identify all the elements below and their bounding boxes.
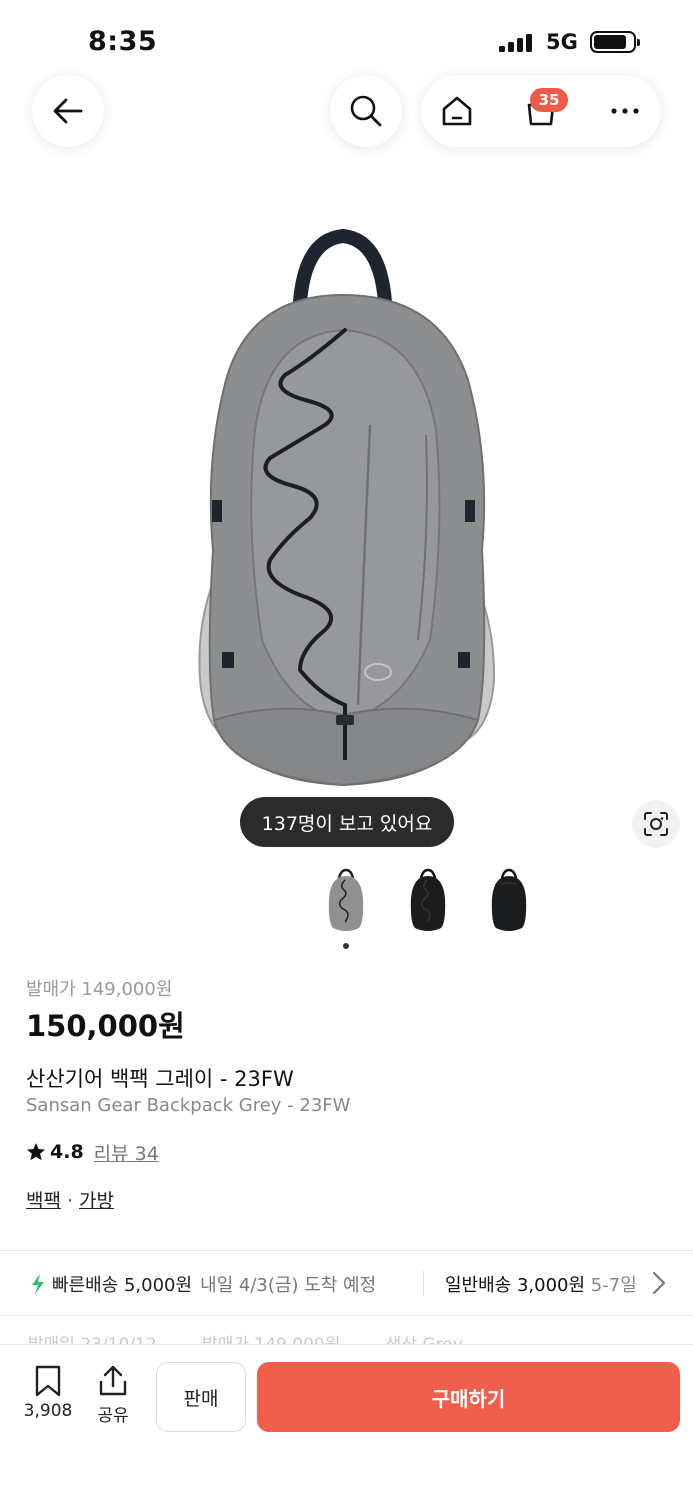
- thumbnail-black-2[interactable]: [486, 868, 532, 934]
- share-button[interactable]: 공유: [83, 1365, 143, 1426]
- backpack-thumbnail-icon: [491, 868, 527, 931]
- buy-button[interactable]: 구매하기: [257, 1362, 680, 1432]
- thumbnail-selected-indicator: [343, 943, 349, 949]
- normal-shipping-option[interactable]: 일반배송 3,000원 5-7일: [445, 1271, 645, 1297]
- home-button[interactable]: [421, 75, 493, 147]
- bookmark-button[interactable]: 3,908: [18, 1365, 78, 1421]
- rating-value: 4.8: [50, 1141, 84, 1163]
- category-breadcrumb: 백팩 · 가방: [26, 1186, 114, 1213]
- more-horizontal-icon: [611, 108, 639, 114]
- chevron-right-icon: [652, 1271, 666, 1295]
- category-separator: ·: [66, 1190, 74, 1212]
- share-icon: [99, 1365, 127, 1396]
- bookmark-icon: [35, 1365, 61, 1397]
- rating-row: 4.8 리뷰 34: [26, 1139, 159, 1165]
- star-icon: [27, 1143, 45, 1161]
- camera-lens-icon: [644, 812, 668, 836]
- back-button[interactable]: [32, 75, 104, 147]
- product-title-ko: 산산기어 백팩 그레이 - 23FW: [26, 1067, 294, 1091]
- more-button[interactable]: [589, 75, 661, 147]
- status-bar: 8:35 5G: [0, 0, 693, 80]
- arrow-left-icon: [53, 98, 83, 124]
- status-time: 8:35: [88, 26, 158, 57]
- battery-icon: [590, 31, 640, 53]
- backpack-illustration: [198, 228, 496, 787]
- home-icon: [442, 96, 472, 126]
- category-link-bag[interactable]: 가방: [79, 1190, 114, 1212]
- network-label: 5G: [546, 30, 578, 54]
- backpack-thumbnail-icon: [410, 868, 446, 931]
- image-search-button[interactable]: [632, 800, 680, 848]
- viewers-count-badge: 137명이 보고 있어요: [240, 797, 454, 847]
- thumbnail-black-1[interactable]: [405, 868, 451, 934]
- normal-shipping-label: 일반배송 3,000원: [445, 1275, 586, 1296]
- search-button[interactable]: [330, 75, 402, 147]
- shipping-separator: [423, 1271, 424, 1295]
- normal-shipping-date: 5-7일: [590, 1275, 637, 1296]
- product-title-en: Sansan Gear Backpack Grey - 23FW: [26, 1095, 351, 1116]
- shipping-options[interactable]: 빠른배송 5,000원 내일 4/3(금) 도착 예정 일반배송 3,000원 …: [0, 1252, 693, 1314]
- fast-shipping-option[interactable]: 빠른배송 5,000원 내일 4/3(금) 도착 예정: [30, 1271, 376, 1297]
- sell-button[interactable]: 판매: [156, 1362, 246, 1432]
- thumbnail-grey[interactable]: [323, 868, 369, 934]
- reviews-link[interactable]: 리뷰 34: [94, 1139, 159, 1166]
- thumbnail-strip: [0, 862, 693, 942]
- cart-badge: 35: [530, 88, 568, 112]
- bookmark-count: 3,908: [23, 1401, 73, 1421]
- backpack-thumbnail-icon: [328, 868, 364, 931]
- release-price: 발매가 149,000원: [26, 979, 173, 1000]
- signal-icon: [499, 34, 535, 52]
- category-link-backpack[interactable]: 백팩: [26, 1190, 61, 1212]
- fast-shipping-date: 내일 4/3(금) 도착 예정: [200, 1275, 377, 1296]
- divider: [0, 1315, 693, 1316]
- divider: [0, 1250, 693, 1251]
- lightning-icon: [32, 1274, 44, 1294]
- bottom-action-bar: 3,908 공유 판매 구매하기: [0, 1344, 693, 1500]
- product-image[interactable]: [0, 200, 693, 840]
- fast-shipping-label: 빠른배송 5,000원: [52, 1275, 193, 1296]
- share-label: 공유: [97, 1406, 129, 1426]
- current-price: 150,000원: [26, 1009, 185, 1043]
- search-icon: [350, 95, 382, 127]
